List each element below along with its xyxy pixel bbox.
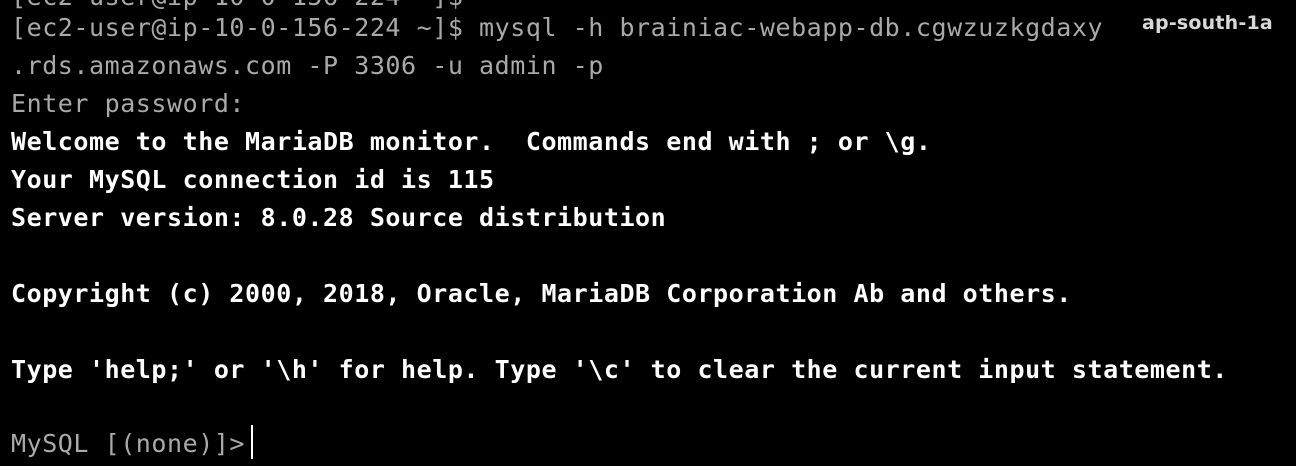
mysql-prompt: MySQL [(none)]> [11, 429, 246, 458]
connection-id-message: Your MySQL connection id is 115 [11, 165, 495, 194]
copyright-message: Copyright (c) 2000, 2018, Oracle, MariaD… [11, 279, 1072, 308]
mysql-prompt-line[interactable]: MySQL [(none)]> [11, 425, 254, 463]
region-badge: ap-south-1a [1136, 8, 1279, 38]
password-prompt: Enter password: [11, 89, 246, 118]
welcome-message: Welcome to the MariaDB monitor. Commands… [11, 127, 932, 156]
text-cursor [251, 425, 254, 459]
command-line: [ec2-user@ip-10-0-156-224 ~]$ mysql -h b… [11, 13, 1104, 42]
server-version-message: Server version: 8.0.28 Source distributi… [11, 203, 667, 232]
help-message: Type 'help;' or '\h' for help. Type '\c'… [11, 355, 1228, 384]
command-line-continuation: .rds.amazonaws.com -P 3306 -u admin -p [11, 51, 604, 80]
terminal-window[interactable]: [ec2-user@ip-10-0-156-224 ~]$ [ec2-user@… [0, 0, 1296, 466]
